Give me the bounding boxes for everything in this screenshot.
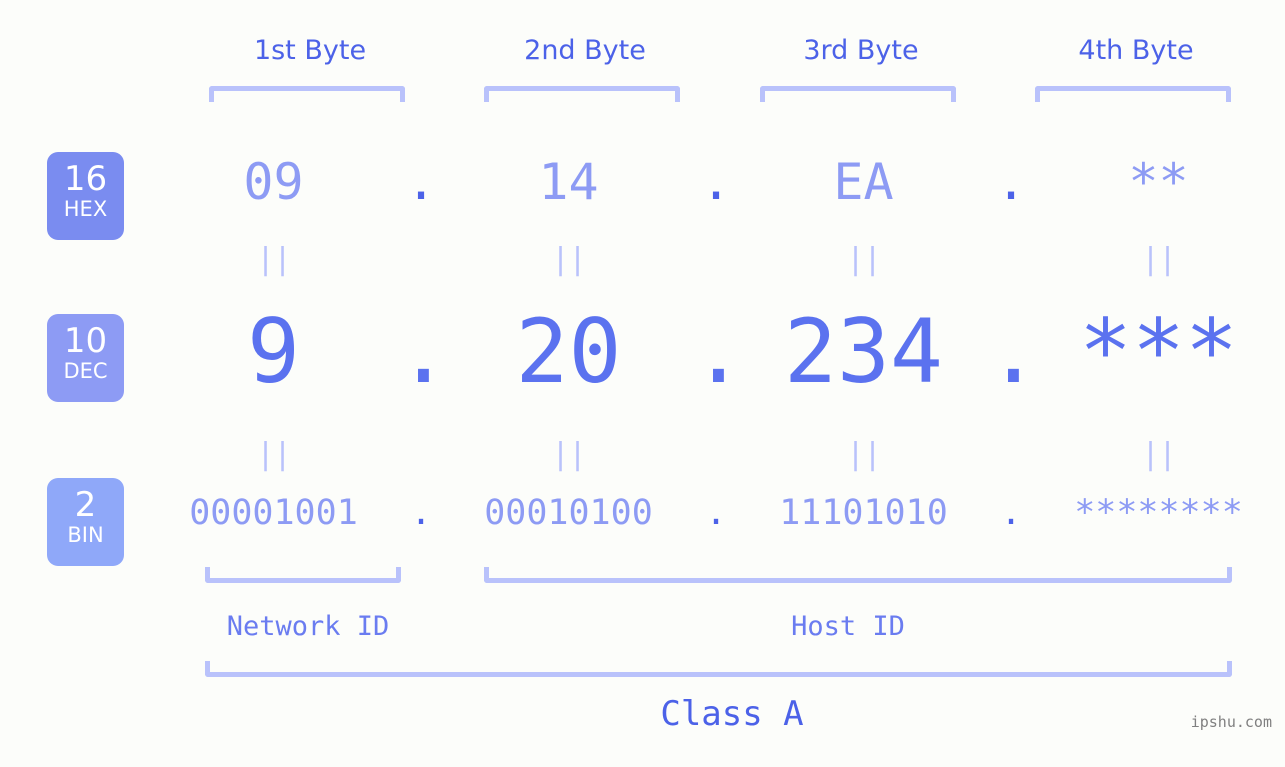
dec-value-row: 9 . 20 . 234 . ***	[150, 300, 1285, 403]
equals-icon: ||	[551, 242, 586, 277]
base-badge-hex-number: 16	[63, 159, 108, 199]
dec-byte-2: 20	[515, 300, 622, 403]
dec-byte-3: 234	[784, 300, 943, 403]
equality-spacer	[987, 243, 1035, 277]
watermark: ipshu.com	[1190, 713, 1272, 731]
dec-byte-1: 9	[247, 300, 300, 403]
equals-icon: ||	[846, 242, 881, 277]
byte-header-3: 3rd Byte	[803, 35, 919, 66]
byte-header-2: 2nd Byte	[524, 35, 646, 66]
hex-byte-2: 14	[538, 153, 599, 211]
bin-byte-1: 00001001	[189, 493, 358, 533]
hex-byte-4: **	[1128, 153, 1189, 211]
byte-header-4: 4th Byte	[1078, 35, 1194, 66]
base-badge-dec-name: DEC	[63, 359, 108, 383]
byte-bracket-top-1	[209, 86, 405, 102]
equals-icon: ||	[846, 437, 881, 472]
bin-separator-1: .	[410, 493, 432, 533]
equality-spacer	[692, 243, 740, 277]
equality-spacer	[692, 438, 740, 472]
equality-marks-dec-bin: || || || ||	[150, 438, 1285, 472]
equality-spacer	[397, 243, 445, 277]
hex-byte-3: EA	[833, 153, 894, 211]
equality-marks-hex-dec: || || || ||	[150, 243, 1285, 277]
hex-separator-3: .	[995, 153, 1027, 211]
equality-spacer	[987, 438, 1035, 472]
byte-header-1: 1st Byte	[253, 35, 367, 66]
bin-separator-3: .	[1000, 493, 1022, 533]
dec-separator-3: .	[987, 300, 1040, 403]
bin-byte-3: 11101010	[779, 493, 948, 533]
equals-icon: ||	[256, 242, 291, 277]
equals-icon: ||	[1141, 242, 1176, 277]
network-id-bracket	[205, 567, 401, 583]
base-badge-hex: 16 HEX	[47, 152, 124, 240]
bin-value-row: 00001001 . 00010100 . 11101010 . *******…	[150, 490, 1285, 550]
byte-bracket-top-3	[760, 86, 956, 102]
base-badge-bin-number: 2	[74, 485, 97, 525]
base-badge-hex-name: HEX	[63, 197, 108, 221]
bin-byte-2: 00010100	[484, 493, 653, 533]
host-id-bracket	[484, 567, 1232, 583]
bin-byte-4: ********	[1074, 493, 1243, 533]
byte-bracket-top-4	[1035, 86, 1231, 102]
equals-icon: ||	[1141, 437, 1176, 472]
bin-separator-2: .	[705, 493, 727, 533]
base-badge-bin-name: BIN	[67, 523, 104, 547]
ip-address-breakdown-diagram: 1st Byte 2nd Byte 3rd Byte 4th Byte 16 H…	[0, 0, 1285, 767]
hex-separator-2: .	[700, 153, 732, 211]
dec-separator-1: .	[397, 300, 450, 403]
dec-byte-4: ***	[1079, 300, 1238, 403]
class-bracket	[205, 661, 1232, 677]
host-id-label: Host ID	[791, 611, 905, 642]
dec-separator-2: .	[692, 300, 745, 403]
equality-spacer	[397, 438, 445, 472]
base-badge-bin: 2 BIN	[47, 478, 124, 566]
hex-value-row: 09 . 14 . EA . **	[150, 152, 1285, 222]
base-badge-dec: 10 DEC	[47, 314, 124, 402]
byte-bracket-top-2	[484, 86, 680, 102]
hex-byte-1: 09	[243, 153, 304, 211]
network-id-label: Network ID	[226, 611, 390, 642]
class-label: Class A	[660, 694, 804, 734]
hex-separator-1: .	[405, 153, 437, 211]
equals-icon: ||	[256, 437, 291, 472]
base-badge-dec-number: 10	[63, 321, 108, 361]
equals-icon: ||	[551, 437, 586, 472]
